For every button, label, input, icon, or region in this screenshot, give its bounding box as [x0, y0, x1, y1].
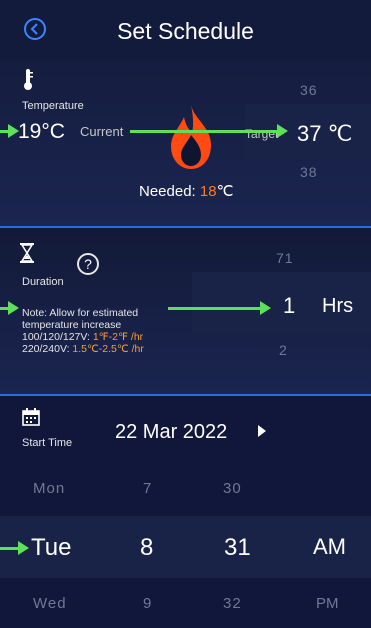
- chevron-right-icon[interactable]: [257, 424, 267, 438]
- page-title: Set Schedule: [117, 18, 254, 44]
- hour-selected[interactable]: 8: [140, 534, 153, 562]
- annotation-arrow-duration: [168, 307, 260, 310]
- current-temperature-value: 19°C: [18, 120, 65, 143]
- start-date[interactable]: 22 Mar 2022: [115, 421, 227, 444]
- needed-unit: ℃: [216, 183, 234, 200]
- help-icon[interactable]: ?: [77, 253, 99, 275]
- rate2-label: 220/240V:: [22, 343, 73, 355]
- calendar-icon: [22, 408, 40, 426]
- rate1-label: 100/120/127V:: [22, 331, 93, 343]
- note-line-1: Note: Allow for estimated: [22, 307, 139, 319]
- minute-option-below[interactable]: 32: [223, 595, 242, 612]
- duration-note: Note: Allow for estimated temperature in…: [22, 307, 144, 355]
- ampm-selected[interactable]: AM: [313, 534, 346, 560]
- target-value-below[interactable]: 38: [300, 164, 318, 180]
- rate-line-1: 100/120/127V: 1℉-2℉ /hr: [22, 331, 144, 343]
- hourglass-icon: [20, 243, 34, 263]
- day-selected[interactable]: Tue: [31, 534, 71, 562]
- target-value-above[interactable]: 36: [300, 82, 318, 98]
- note-line-2: temperature increase: [22, 319, 122, 331]
- ampm-option-below[interactable]: PM: [316, 595, 339, 612]
- hour-option-below[interactable]: 9: [143, 595, 151, 612]
- annotation-arrowhead-target: [277, 124, 288, 138]
- annotation-arrow-current: [0, 130, 8, 133]
- duration-label: Duration: [22, 276, 64, 288]
- start-time-label: Start Time: [22, 437, 73, 449]
- annotation-arrow-note: [0, 307, 8, 310]
- annotation-arrowhead-duration: [260, 301, 271, 315]
- rate1-value: 1℉-2℉ /hr: [92, 331, 144, 343]
- annotation-arrow-target: [130, 130, 277, 133]
- day-option-above[interactable]: Mon: [33, 480, 65, 497]
- annotation-arrowhead-current: [8, 124, 19, 138]
- target-temperature-value[interactable]: 37 ℃: [297, 121, 352, 147]
- day-option-below[interactable]: Wed: [33, 595, 67, 612]
- duration-unit: Hrs: [322, 295, 354, 317]
- rate2-value: 1.5℃-2.5℃ /hr: [72, 343, 144, 355]
- duration-value[interactable]: 1: [283, 293, 295, 319]
- temperature-label: Temperature: [22, 100, 84, 112]
- minute-option-above[interactable]: 30: [223, 480, 242, 497]
- current-label: Current: [80, 124, 124, 139]
- needed-temperature: Needed: 18℃: [139, 182, 233, 200]
- thermometer-icon: [24, 69, 33, 90]
- needed-value: 18: [199, 183, 217, 200]
- needed-label: Needed:: [139, 183, 200, 200]
- minute-selected[interactable]: 31: [224, 534, 251, 562]
- duration-value-below[interactable]: 2: [279, 342, 287, 358]
- rate-line-2: 220/240V: 1.5℃-2.5℃ /hr: [22, 343, 144, 355]
- duration-value-above[interactable]: 71: [276, 250, 294, 266]
- annotation-arrowhead-note: [8, 301, 19, 315]
- flame-icon: [171, 105, 211, 169]
- hour-option-above[interactable]: 7: [143, 480, 151, 497]
- annotation-arrow-day: [0, 547, 18, 550]
- annotation-arrowhead-day: [18, 541, 29, 555]
